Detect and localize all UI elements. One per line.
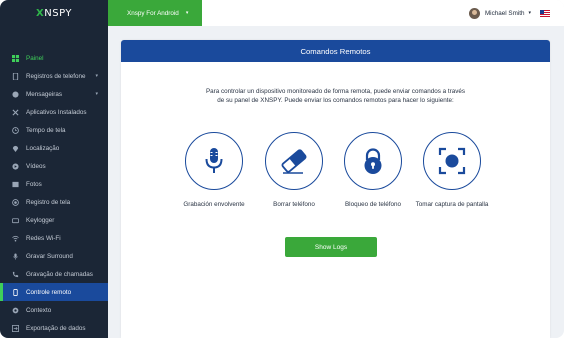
command-button[interactable]	[423, 132, 481, 190]
command-button[interactable]	[185, 132, 243, 190]
sidebar-item-gravar-surround[interactable]: Gravar Surround	[0, 247, 108, 265]
wifi-icon	[12, 235, 19, 242]
video-icon	[12, 162, 19, 170]
user-menu[interactable]: Michael Smith ▾	[468, 0, 550, 26]
sidebar-item-gravacao-de-chamadas[interactable]: Gravação de chamadas	[0, 265, 108, 283]
phone-icon	[12, 72, 19, 80]
sidebar-item-localizacao[interactable]: Localização	[0, 139, 108, 157]
avatar	[468, 7, 480, 19]
command-list: Grabación envolvente Borrar teléfono Blo…	[121, 132, 550, 222]
settings-icon	[12, 307, 19, 314]
sidebar-item-videos[interactable]: Vídeos	[0, 157, 108, 175]
chevron-down-icon: ▾	[185, 10, 189, 16]
sidebar-item-aplicativos-instalados[interactable]: Aplicativos Instalados	[0, 103, 108, 121]
command-lock-phone[interactable]: Bloqueo de teléfono	[331, 132, 415, 208]
sidebar-item-label: Registros de telefone	[26, 72, 86, 80]
dashboard-icon	[12, 54, 19, 62]
sidebar-item-tempo-de-tela[interactable]: Tempo de tela	[0, 121, 108, 139]
sidebar-item-label: Contexto	[26, 306, 52, 314]
page-title: Comandos Remotos	[121, 40, 550, 62]
screenshot-icon	[438, 147, 466, 175]
sidebar-item-redes-wifi[interactable]: Redes Wi-Fi	[0, 229, 108, 247]
app-window: X NSPY Painel Registros de telefone ▾ Men…	[0, 0, 564, 338]
sidebar-item-label: Registro de tela	[26, 198, 71, 206]
sidebar-item-label: Redes Wi-Fi	[26, 234, 61, 242]
screen-record-icon	[12, 198, 19, 206]
chevron-down-icon: ▾	[528, 10, 531, 16]
chevron-down-icon: ▾	[95, 91, 98, 97]
sidebar-item-registros-de-telefone[interactable]: Registros de telefone ▾	[0, 67, 108, 85]
command-surround-recording[interactable]: Grabación envolvente	[172, 132, 256, 208]
sidebar-item-label: Aplicativos Instalados	[26, 108, 87, 116]
sidebar-item-contexto[interactable]: Contexto	[0, 301, 108, 319]
call-record-icon	[12, 271, 19, 278]
remote-icon	[12, 288, 19, 296]
photo-icon	[12, 181, 19, 188]
command-label: Borrar teléfono	[273, 201, 315, 208]
sidebar-item-label: Tempo de tela	[26, 126, 66, 134]
lock-icon	[364, 148, 382, 174]
chevron-down-icon: ▾	[95, 73, 98, 79]
eraser-icon	[281, 149, 307, 174]
sidebar-item-registro-de-tela[interactable]: Registro de tela	[0, 193, 108, 211]
sidebar-item-label: Localização	[26, 144, 60, 152]
mic-icon	[12, 252, 19, 260]
device-selector-label: Xnspy For Android	[127, 9, 179, 17]
sidebar-item-label: Gravação de chamadas	[26, 270, 93, 278]
sidebar-item-label: Vídeos	[26, 162, 46, 170]
command-label: Bloqueo de teléfono	[344, 201, 402, 208]
sidebar-item-exportacao-de-dados[interactable]: Exportação de dados	[0, 319, 108, 337]
export-icon	[12, 324, 19, 332]
us-flag-icon[interactable]	[540, 9, 550, 17]
sidebar-item-label: Exportação de dados	[26, 324, 86, 332]
xnspy-logo[interactable]: X NSPY	[0, 0, 108, 26]
microphone-icon	[205, 148, 223, 173]
sidebar-item-label: Gravar Surround	[26, 252, 73, 260]
message-icon	[12, 90, 19, 98]
command-wipe-phone[interactable]: Borrar teléfono	[252, 132, 336, 208]
command-button[interactable]	[344, 132, 402, 190]
sidebar-nav: Painel Registros de telefone ▾ Mensageir…	[0, 49, 108, 337]
sidebar-item-painel[interactable]: Painel	[0, 49, 108, 67]
description: Para controlar un dispositivo monitoread…	[205, 88, 465, 104]
tools-icon	[12, 108, 19, 116]
command-button[interactable]	[265, 132, 323, 190]
clock-icon	[12, 126, 19, 134]
location-icon	[12, 145, 19, 152]
keyboard-icon	[12, 217, 19, 224]
device-selector[interactable]: Xnspy For Android ▾	[108, 0, 202, 26]
sidebar-item-label: Controle remoto	[26, 288, 72, 296]
sidebar-item-label: Keylogger	[26, 216, 55, 224]
sidebar-item-fotos[interactable]: Fotos	[0, 175, 108, 193]
top-bar: Xnspy For Android ▾ Michael Smith ▾	[108, 0, 564, 26]
command-take-screenshot[interactable]: Tomar captura de pantalla	[410, 132, 494, 208]
remote-commands-card: Comandos Remotos Para controlar un dispo…	[121, 40, 550, 338]
user-name: Michael Smith	[484, 9, 525, 17]
command-label: Tomar captura de pantalla	[415, 201, 489, 208]
sidebar-item-label: Mensageiras	[26, 90, 63, 98]
sidebar-item-label: Painel	[26, 54, 44, 62]
sidebar-item-label: Fotos	[26, 180, 42, 188]
sidebar-item-keylogger[interactable]: Keylogger	[0, 211, 108, 229]
command-label: Grabación envolvente	[183, 201, 245, 208]
sidebar-item-mensageiras[interactable]: Mensageiras ▾	[0, 85, 108, 103]
sidebar: X NSPY Painel Registros de telefone ▾ Men…	[0, 0, 108, 338]
sidebar-item-controle-remoto[interactable]: Controle remoto	[0, 283, 108, 301]
show-logs-button[interactable]: Show Logs	[285, 237, 377, 257]
